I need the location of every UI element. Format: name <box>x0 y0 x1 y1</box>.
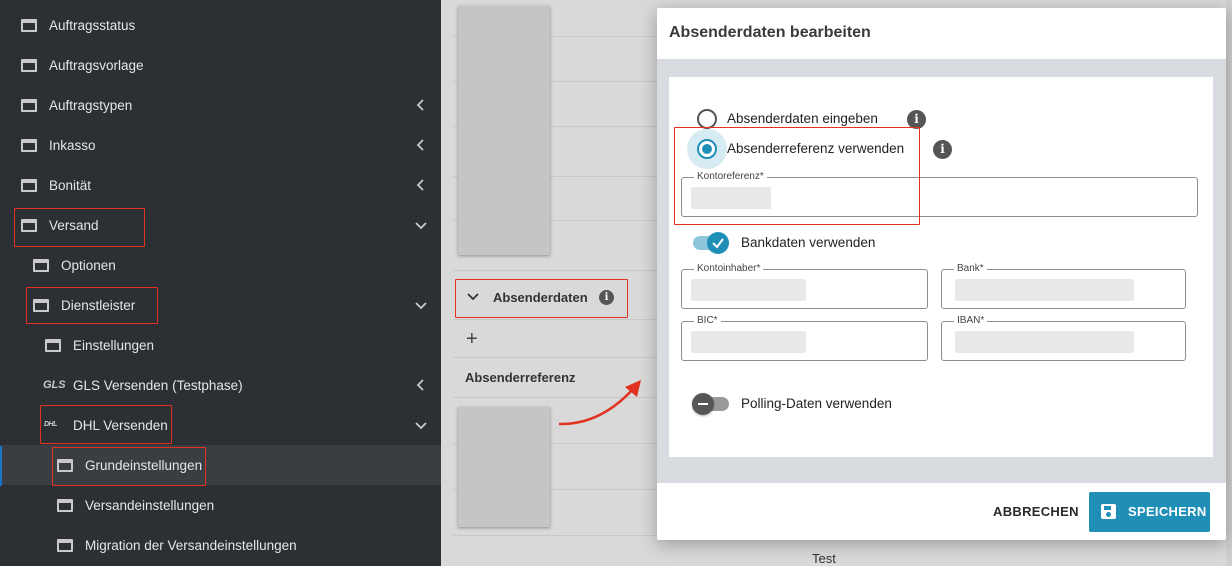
sidebar-item-label: GLS Versenden (Testphase) <box>73 377 243 393</box>
field-label: BIC* <box>694 315 721 326</box>
sidebar-item-label: Versandeinstellungen <box>85 497 215 513</box>
toggle-polling-label: Polling-Daten verwenden <box>741 396 892 411</box>
window-icon <box>21 179 37 192</box>
chevron-down-icon <box>415 222 427 230</box>
image-placeholder <box>458 407 550 527</box>
window-icon <box>45 339 61 352</box>
radio-enter-data[interactable] <box>697 109 717 129</box>
field-value-placeholder <box>691 331 806 353</box>
highlight-reference <box>674 127 920 225</box>
sidebar-item-gls-versenden[interactable]: GLS GLS Versenden (Testphase) <box>0 365 441 405</box>
image-placeholder <box>458 6 550 255</box>
chevron-left-icon <box>416 379 424 391</box>
highlight-dhl <box>40 405 172 444</box>
annotation-arrow <box>558 380 641 426</box>
chevron-left-icon <box>416 139 424 151</box>
iban-field[interactable]: IBAN* <box>941 315 1186 361</box>
window-icon <box>21 139 37 152</box>
sidebar-item-label: Auftragsstatus <box>49 17 136 33</box>
check-icon <box>712 238 724 249</box>
sidebar-item-auftragsstatus[interactable]: Auftragsstatus <box>0 5 441 45</box>
sidebar-item-label: Einstellungen <box>73 337 155 353</box>
sidebar-item-migration[interactable]: Migration der Versandeinstellungen <box>0 525 441 565</box>
form-card: Absenderdaten eingeben i Absenderreferen… <box>669 77 1213 457</box>
window-icon <box>21 19 37 32</box>
sidebar-item-label: Bonität <box>49 177 92 193</box>
field-value-placeholder <box>955 331 1134 353</box>
field-value-placeholder <box>955 279 1134 301</box>
dialog-title: Absenderdaten bearbeiten <box>669 24 871 41</box>
sidebar-item-label: Auftragstypen <box>49 97 133 113</box>
window-icon <box>21 59 37 72</box>
sidebar-item-bonitaet[interactable]: Bonität <box>0 165 441 205</box>
toggle-bankdaten-label: Bankdaten verwenden <box>741 235 876 250</box>
add-icon[interactable]: + <box>466 328 478 351</box>
highlight-versand <box>14 208 145 247</box>
sidebar-item-label: Optionen <box>61 257 116 273</box>
bic-field[interactable]: BIC* <box>681 315 928 361</box>
edit-sender-dialog: Absenderdaten bearbeiten Absenderdaten e… <box>657 8 1226 540</box>
save-button-label: SPEICHERN <box>1128 504 1207 519</box>
field-label: Kontoinhaber* <box>694 263 764 274</box>
minus-icon <box>698 403 708 405</box>
highlight-grundeinstellungen <box>52 447 206 486</box>
highlight-dienstleister <box>26 287 158 324</box>
sidebar-item-label: Migration der Versandeinstellungen <box>85 537 297 553</box>
field-value-placeholder <box>691 279 806 301</box>
field-label: IBAN* <box>954 315 988 326</box>
chevron-down-icon <box>415 422 427 430</box>
sidebar-item-auftragsvorlage[interactable]: Auftragsvorlage <box>0 45 441 85</box>
chevron-left-icon <box>416 99 424 111</box>
window-icon <box>57 499 73 512</box>
sidebar: Auftragsstatus Auftragsvorlage Auftragst… <box>0 0 441 566</box>
toggle-bankdaten[interactable] <box>707 232 729 254</box>
dialog-body: Absenderdaten eingeben i Absenderreferen… <box>657 59 1226 483</box>
sidebar-item-label: Inkasso <box>49 137 96 153</box>
sidebar-item-einstellungen[interactable]: Einstellungen <box>0 325 441 365</box>
bank-field[interactable]: Bank* <box>941 263 1186 309</box>
sidebar-item-inkasso[interactable]: Inkasso <box>0 125 441 165</box>
window-icon <box>33 259 49 272</box>
sidebar-item-versandeinstellungen[interactable]: Versandeinstellungen <box>0 485 441 525</box>
save-icon <box>1101 504 1116 519</box>
field-label: Bank* <box>954 263 987 274</box>
chevron-down-icon <box>415 302 427 310</box>
chevron-left-icon <box>416 179 424 191</box>
window-icon <box>57 539 73 552</box>
sidebar-item-label: Auftragsvorlage <box>49 57 144 73</box>
cancel-button[interactable]: ABBRECHEN <box>993 504 1079 519</box>
toggle-polling[interactable] <box>692 393 714 415</box>
kontoinhaber-field[interactable]: Kontoinhaber* <box>681 263 928 309</box>
radio-enter-data-label[interactable]: Absenderdaten eingeben <box>727 111 878 126</box>
save-button[interactable]: SPEICHERN <box>1089 492 1210 532</box>
sidebar-item-auftragstypen[interactable]: Auftragstypen <box>0 85 441 125</box>
highlight-absenderdaten <box>455 279 628 318</box>
active-indicator <box>0 446 2 486</box>
cell-text: Test <box>812 551 836 566</box>
scrollbar[interactable] <box>1226 0 1232 566</box>
window-icon <box>21 99 37 112</box>
sidebar-item-optionen[interactable]: Optionen <box>0 245 441 285</box>
gls-logo-icon: GLS <box>43 379 66 391</box>
info-icon[interactable]: i <box>933 140 952 159</box>
